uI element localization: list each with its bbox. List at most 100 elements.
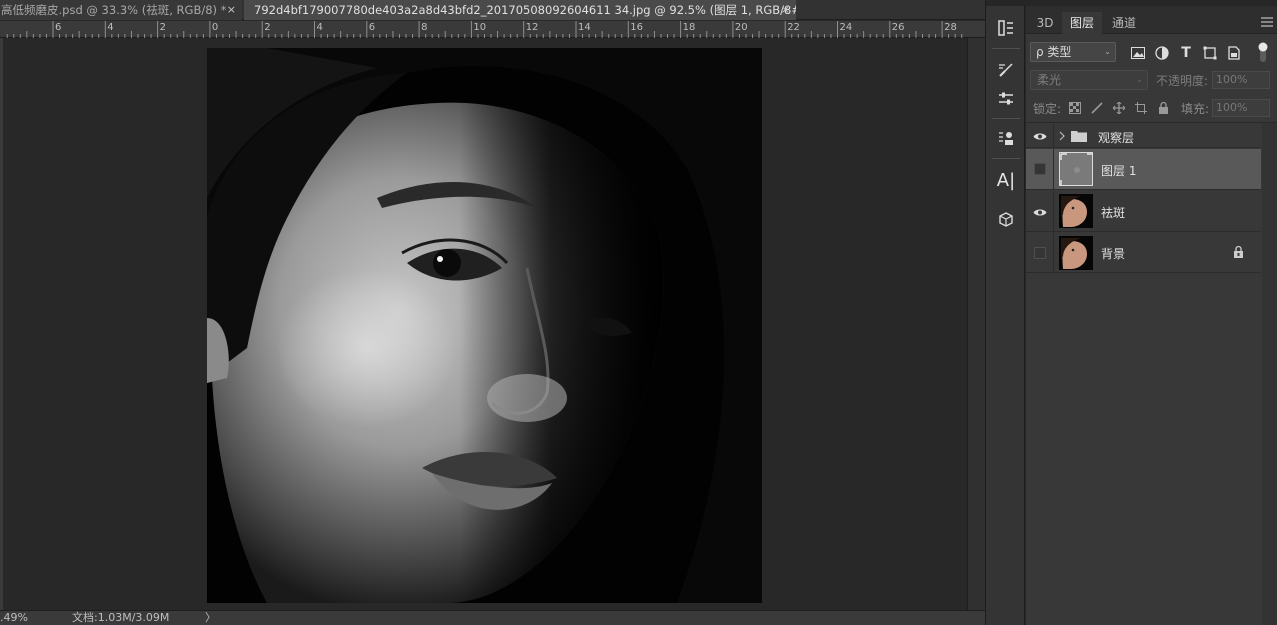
strip-separator	[992, 158, 1020, 159]
status-menu-arrow[interactable]: 〉	[205, 611, 216, 625]
lock-position-icon[interactable]	[1112, 101, 1126, 115]
layer-row-layer-1[interactable]: 图层 1	[1026, 149, 1261, 190]
chevron-right-icon[interactable]	[1059, 130, 1065, 144]
ruler-tick-label: 20	[734, 22, 748, 33]
zoom-level-readout[interactable]: .49%	[0, 611, 28, 625]
layer-thumbnail	[1059, 152, 1093, 186]
lock-all-icon[interactable]	[1156, 101, 1170, 115]
layer-name: 观察层	[1098, 131, 1135, 145]
tab-layers[interactable]: 图层	[1062, 12, 1102, 35]
layer-separator	[1053, 191, 1054, 231]
3d-object-icon[interactable]	[994, 208, 1018, 232]
layer-filter-select[interactable]: ρ 类型 ⌄	[1030, 42, 1116, 62]
blend-mode-row: 柔光 ⌄ 不透明度: 100%	[1026, 68, 1277, 92]
visibility-toggle[interactable]	[1034, 247, 1046, 259]
fill-label: 填充:	[1181, 102, 1210, 116]
layer-row-group[interactable]: 观察层	[1026, 124, 1261, 148]
document-tab-psd[interactable]: 高低频磨皮.psd @ 33.3% (祛斑, RGB/8) * ×	[0, 0, 242, 20]
lock-row: 锁定: 填充: 100%	[1026, 96, 1277, 120]
layer-separator	[1053, 149, 1054, 189]
layer-row-blemish[interactable]: 祛斑	[1026, 191, 1261, 232]
document-tab-jpg[interactable]: 792d4bf179007780de403a2a8d43bfd2_2017050…	[244, 0, 796, 20]
chevron-down-icon: ⌄	[1104, 47, 1111, 56]
portrait-photo	[207, 48, 762, 603]
ruler-tick-label: 14	[578, 22, 591, 33]
ruler-tick-label: 8	[421, 22, 428, 33]
layer-separator	[1053, 124, 1054, 147]
pixel-filter-icon[interactable]	[1130, 45, 1146, 61]
layers-panel: 3D 图层 通道 ρ 类型 ⌄ T 柔光 ⌄ 不透明度: 100% 锁定: 填充…	[1026, 0, 1277, 625]
shape-filter-icon[interactable]	[1202, 45, 1218, 61]
chevron-down-icon: ⌄	[1136, 75, 1143, 84]
blend-mode-value: 柔光	[1037, 73, 1062, 87]
layer-thumbnail	[1059, 236, 1093, 270]
type-filter-icon[interactable]: T	[1178, 45, 1194, 61]
clone-source-icon[interactable]	[994, 126, 1018, 150]
fill-field[interactable]: 100%	[1212, 99, 1270, 117]
history-icon[interactable]	[994, 16, 1018, 40]
status-bar: .49% 文档:1.03M/3.09M 〉	[0, 610, 985, 625]
ruler-tick-label: 4	[107, 22, 114, 33]
layer-name: 图层 1	[1101, 164, 1137, 178]
ruler-tick-label: 2	[264, 22, 271, 33]
tab-channels[interactable]: 通道	[1104, 12, 1144, 34]
document-tab-title: 792d4bf179007780de403a2a8d43bfd2_2017050…	[254, 3, 796, 17]
ruler-tick-label: 6	[368, 22, 376, 33]
panel-menu-icon[interactable]	[1261, 16, 1273, 30]
layer-separator	[1053, 233, 1054, 272]
ruler-tick-label: 28	[944, 22, 957, 33]
ruler-tick-label: 10	[473, 22, 487, 33]
panel-dock-strip: A|	[985, 0, 1026, 625]
ruler-tick-label: 12	[525, 22, 539, 33]
panel-separator	[1026, 122, 1277, 123]
panel-tab-bar: 3D 图层 通道	[1026, 6, 1277, 35]
visibility-toggle[interactable]	[1034, 163, 1046, 175]
strip-separator	[992, 118, 1020, 119]
adjustments-icon[interactable]	[994, 87, 1018, 111]
brush-settings-icon[interactable]	[994, 58, 1018, 82]
eye-icon[interactable]	[1032, 205, 1048, 219]
smart-object-filter-icon[interactable]	[1226, 45, 1242, 61]
tab-3d[interactable]: 3D	[1030, 12, 1060, 34]
ruler-tick-label: 26	[891, 22, 905, 33]
adjustment-filter-icon[interactable]	[1154, 45, 1170, 61]
vertical-scrollbar[interactable]	[967, 38, 985, 610]
document-tab-bar: 高低频磨皮.psd @ 33.3% (祛斑, RGB/8) * × 792d4b…	[0, 0, 985, 20]
ruler-tick-label: 6	[55, 22, 62, 33]
document-size-readout: 文档:1.03M/3.09M	[72, 611, 170, 624]
ruler-tick-label: 16	[630, 22, 644, 33]
close-tab-icon[interactable]: ×	[227, 0, 236, 20]
ruler-tick-label: 22	[787, 22, 800, 33]
layer-name: 背景	[1101, 247, 1126, 261]
lock-artboard-icon[interactable]	[1134, 101, 1148, 115]
ruler-ticks	[6, 21, 963, 38]
horizontal-ruler[interactable]: 6 4 2 0 2 4 6 8 10 12 14 16 18 20 22 24 26 28	[0, 21, 985, 38]
lock-transparent-pixels-icon[interactable]	[1068, 101, 1082, 115]
filter-toggle-switch[interactable]	[1257, 42, 1269, 64]
ruler-tick-label: 2	[159, 22, 166, 33]
filter-type-label: ρ 类型	[1036, 45, 1072, 59]
opacity-label: 不透明度:	[1156, 74, 1209, 88]
lock-icon[interactable]	[1233, 245, 1244, 261]
strip-separator	[992, 48, 1020, 49]
layers-scrollbar[interactable]	[1262, 123, 1277, 625]
folder-icon	[1071, 130, 1087, 145]
ruler-tick-label: 0	[211, 22, 219, 33]
blend-mode-select[interactable]: 柔光 ⌄	[1030, 70, 1148, 90]
ruler-tick-label: 24	[839, 22, 853, 33]
canvas-workspace[interactable]	[3, 38, 967, 610]
document-canvas-image[interactable]	[207, 48, 762, 603]
document-tab-title: 高低频磨皮.psd @ 33.3% (祛斑, RGB/8) *	[1, 3, 227, 17]
lock-label: 锁定:	[1033, 102, 1062, 116]
layer-name: 祛斑	[1101, 206, 1126, 220]
layer-filter-row: ρ 类型 ⌄ T	[1026, 40, 1277, 66]
opacity-field[interactable]: 100%	[1212, 71, 1270, 89]
eye-icon[interactable]	[1032, 129, 1048, 143]
close-tab-icon[interactable]: ×	[781, 0, 790, 20]
dock-collapse-bar[interactable]	[986, 0, 1026, 6]
character-icon[interactable]: A|	[994, 168, 1018, 192]
layer-row-background[interactable]: 背景	[1026, 233, 1261, 273]
ruler-tick-label: 18	[682, 22, 696, 33]
lock-image-pixels-icon[interactable]	[1090, 101, 1104, 115]
ruler-tick-label: 4	[316, 22, 323, 33]
